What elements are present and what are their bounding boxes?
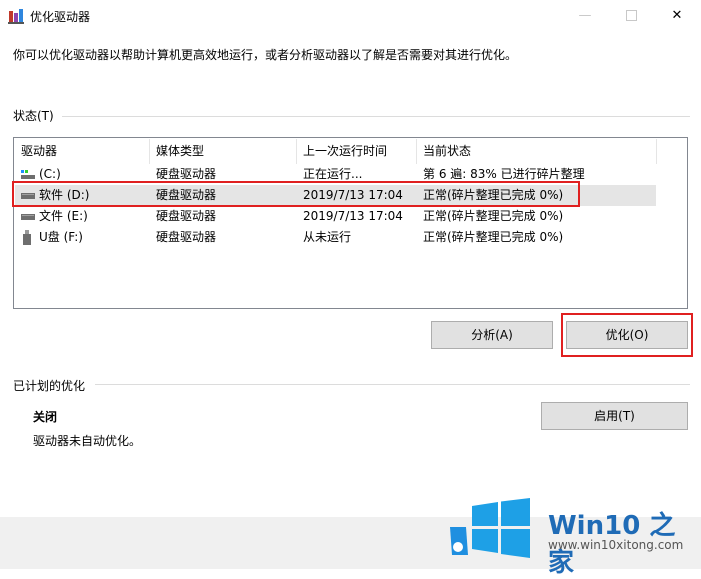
- drive-name: 软件 (D:): [39, 188, 90, 202]
- last-run: 从未运行: [303, 230, 352, 244]
- maximize-button[interactable]: [608, 0, 654, 31]
- current-status: 正常(碎片整理已完成 0%): [423, 188, 564, 202]
- column-header-media-type[interactable]: 媒体类型: [150, 139, 297, 164]
- defrag-app-icon: [8, 9, 24, 24]
- table-row-selected[interactable]: 软件 (D:) 硬盘驱动器 2019/7/13 17:04 正常(碎片整理已完成…: [15, 185, 686, 206]
- optimize-button[interactable]: 优化(O): [566, 321, 688, 349]
- status-section-label: 状态(T): [13, 109, 54, 123]
- schedule-state: 关闭: [33, 410, 58, 424]
- column-header-drive[interactable]: 驱动器: [15, 139, 150, 164]
- analyze-button[interactable]: 分析(A): [431, 321, 553, 349]
- list-header: 驱动器 媒体类型 上一次运行时间 当前状态: [15, 139, 686, 164]
- media-type: 硬盘驱动器: [156, 188, 217, 202]
- title-bar: 优化驱动器 — ✕: [0, 0, 701, 31]
- system-drive-icon: [21, 170, 35, 179]
- last-run: 正在运行...: [303, 167, 363, 181]
- table-row[interactable]: U盘 (F:) 硬盘驱动器 从未运行 正常(碎片整理已完成 0%): [15, 227, 686, 248]
- section-divider: [95, 384, 690, 385]
- close-icon: ✕: [671, 8, 683, 23]
- column-header-last-run[interactable]: 上一次运行时间: [297, 139, 417, 164]
- drive-list[interactable]: 驱动器 媒体类型 上一次运行时间 当前状态 (C:) 硬盘驱动器 正在运行...…: [13, 137, 688, 309]
- drive-name: U盘 (F:): [39, 230, 83, 244]
- minimize-icon: —: [578, 8, 592, 23]
- hard-drive-icon: [21, 214, 35, 220]
- maximize-icon: [625, 10, 637, 21]
- enable-button[interactable]: 启用(T): [541, 402, 688, 430]
- minimize-button[interactable]: —: [562, 0, 608, 31]
- window-title: 优化驱动器: [30, 10, 91, 24]
- usb-drive-icon: [23, 230, 31, 245]
- bird-mascot-icon: [450, 527, 468, 555]
- hard-drive-icon: [21, 193, 35, 199]
- schedule-description: 驱动器未自动优化。: [33, 434, 142, 448]
- drive-name: 文件 (E:): [39, 209, 88, 223]
- column-header-status[interactable]: 当前状态: [417, 139, 657, 164]
- last-run: 2019/7/13 17:04: [303, 188, 403, 202]
- current-status: 正常(碎片整理已完成 0%): [423, 230, 564, 244]
- table-row[interactable]: 文件 (E:) 硬盘驱动器 2019/7/13 17:04 正常(碎片整理已完成…: [15, 206, 686, 227]
- last-run: 2019/7/13 17:04: [303, 209, 403, 223]
- scheduled-section-label: 已计划的优化: [13, 379, 86, 393]
- close-button[interactable]: ✕: [654, 0, 700, 31]
- intro-text: 你可以优化驱动器以帮助计算机更高效地运行，或者分析驱动器以了解是否需要对其进行优…: [13, 48, 518, 62]
- windows-logo-icon: [472, 498, 530, 558]
- section-divider: [62, 116, 690, 117]
- current-status: 正常(碎片整理已完成 0%): [423, 209, 564, 223]
- watermark-url: www.win10xitong.com: [548, 538, 684, 552]
- media-type: 硬盘驱动器: [156, 167, 217, 181]
- current-status: 第 6 遍: 83% 已进行碎片整理: [423, 167, 585, 181]
- table-row[interactable]: (C:) 硬盘驱动器 正在运行... 第 6 遍: 83% 已进行碎片整理: [15, 164, 686, 185]
- media-type: 硬盘驱动器: [156, 230, 217, 244]
- drive-name: (C:): [39, 167, 61, 181]
- media-type: 硬盘驱动器: [156, 209, 217, 223]
